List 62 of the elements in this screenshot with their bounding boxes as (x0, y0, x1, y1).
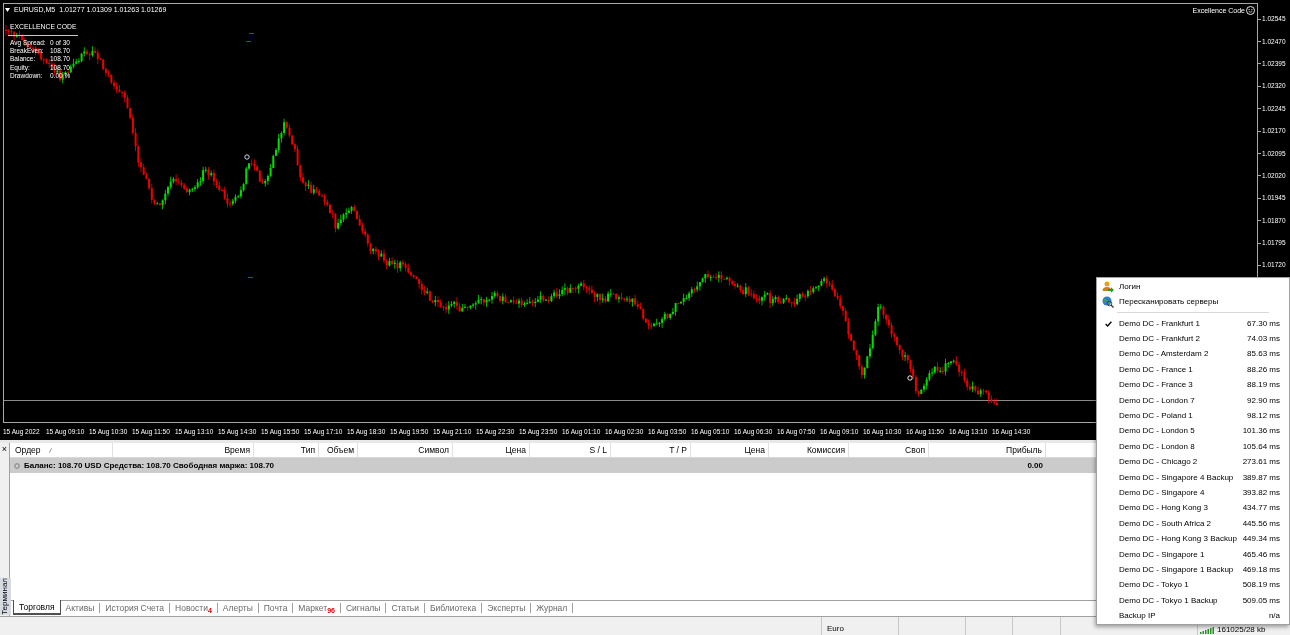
terminal-tab[interactable]: Журнал (531, 601, 573, 615)
column-header[interactable]: Тип (254, 443, 319, 457)
circle-marker-icon (907, 375, 913, 381)
column-header[interactable]: Цена (691, 443, 769, 457)
column-header[interactable]: Комиссия (769, 443, 849, 457)
terminal-caption: Терминал (0, 578, 11, 615)
terminal-tab[interactable]: Торговля (13, 600, 61, 615)
server-menu-item[interactable]: Demo DC - Singapore 1 465.46 ms (1097, 546, 1289, 563)
status-currency-label: Euro (827, 624, 844, 634)
dash-marker-icon (249, 33, 254, 34)
server-menu-item[interactable]: Demo DC - Frankfurt 2 74.03 ms (1097, 331, 1289, 347)
column-header[interactable]: Объем (319, 443, 358, 457)
circle-marker-icon (244, 154, 250, 160)
column-header[interactable]: T / P (611, 443, 691, 457)
server-menu-item[interactable]: Demo DC - Singapore 4 Backup 389.87 ms (1097, 469, 1289, 486)
menu-item[interactable]: Логин (1097, 279, 1289, 294)
column-header[interactable]: Символ (358, 443, 453, 457)
server-menu-item[interactable]: Demo DC - Tokyo 1 508.19 ms (1097, 577, 1289, 594)
terminal-tab[interactable]: Статьи (386, 601, 424, 615)
close-button[interactable]: × (1, 444, 8, 454)
server-menu-item[interactable]: Demo DC - Singapore 4 393.82 ms (1097, 485, 1289, 501)
column-header[interactable]: S / L (530, 443, 611, 457)
server-menu-item[interactable]: Demo DC - Singapore 1 Backup 469.18 ms (1097, 562, 1289, 578)
server-menu-item[interactable]: Demo DC - Frankfurt 1 67.30 ms (1097, 316, 1289, 332)
menu-item[interactable]: Пересканировать серверы (1097, 294, 1289, 309)
terminal-tab[interactable]: Алерты (217, 601, 258, 615)
server-menu-item[interactable]: Demo DC - London 5 101.36 ms (1097, 423, 1289, 440)
server-menu-item[interactable]: Backup IP n/a (1097, 608, 1289, 624)
server-menu-item[interactable]: Demo DC - France 3 88.19 ms (1097, 377, 1289, 393)
terminal-tab[interactable]: История Счета (100, 601, 170, 615)
server-menu-item[interactable]: Demo DC - London 8 105.64 ms (1097, 439, 1289, 455)
terminal-tab[interactable]: Почта (258, 601, 293, 615)
server-menu-item[interactable]: Demo DC - Tokyo 1 Backup 509.05 ms (1097, 593, 1289, 609)
person-with-arrow-icon (1102, 280, 1114, 293)
column-header[interactable]: Прибыль (929, 443, 1046, 457)
server-menu-item[interactable]: Demo DC - France 1 88.26 ms (1097, 362, 1289, 378)
profit-value: 0.00 (1027, 460, 1043, 471)
server-menu-item[interactable]: Demo DC - Hong Kong 3 434.77 ms (1097, 500, 1289, 517)
server-menu-item[interactable]: Demo DC - Hong Kong 3 Backup 449.34 ms (1097, 531, 1289, 547)
ring-icon (14, 462, 20, 469)
dash-marker-icon (248, 277, 253, 278)
sort-indicator-icon (48, 447, 52, 453)
column-header[interactable]: Своп (849, 443, 929, 457)
column-header[interactable]: Цена (453, 443, 530, 457)
server-menu-item[interactable]: Demo DC - London 7 92.90 ms (1097, 392, 1289, 409)
terminal-tab[interactable]: Эксперты (482, 601, 531, 615)
dropdown-triangle-icon[interactable] (5, 7, 10, 12)
server-menu-item[interactable]: Demo DC - Amsterdam 2 85.63 ms (1097, 346, 1289, 363)
globe-with-magnifier-icon (1102, 295, 1114, 308)
dash-marker-icon (246, 41, 251, 42)
server-menu-item[interactable]: Demo DC - South Africa 2 445.56 ms (1097, 516, 1289, 532)
smiley-face-icon (1246, 6, 1255, 15)
signal-bars-icon (1200, 627, 1214, 634)
terminal-tab[interactable]: Библиотека (425, 601, 482, 615)
terminal-tab[interactable]: Активы (60, 601, 100, 615)
column-header[interactable]: Время (113, 443, 254, 457)
balance-summary: Баланс: 108.70 USD Средства: 108.70 Свободная маржа: 108.70 (24, 460, 275, 471)
traffic-counter: 161025/28 kb (1217, 625, 1266, 634)
column-header[interactable]: Ордер (10, 443, 113, 457)
terminal-tab[interactable]: Сигналы (340, 601, 386, 615)
server-menu-item[interactable]: Demo DC - Poland 1 98.12 ms (1097, 408, 1289, 424)
server-menu-item[interactable]: Demo DC - Chicago 2 273.61 ms (1097, 454, 1289, 470)
